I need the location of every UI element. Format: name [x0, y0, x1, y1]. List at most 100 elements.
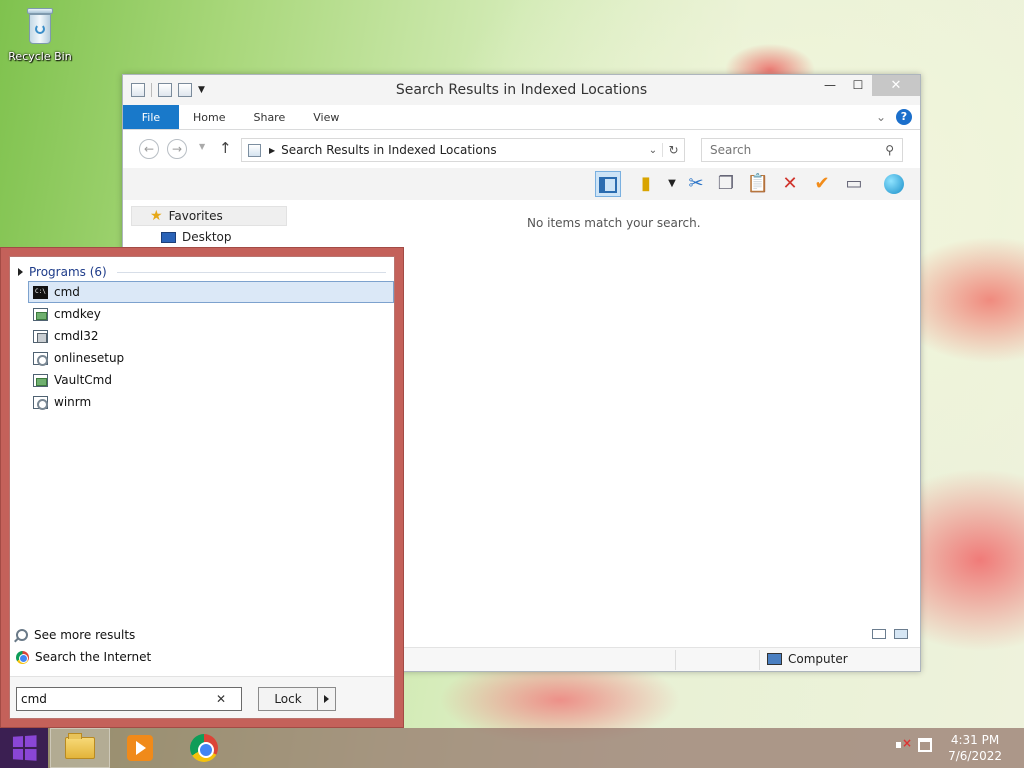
recycle-bin-label: Recycle Bin: [8, 50, 72, 63]
search-location-icon: [248, 143, 261, 157]
view-switcher: [872, 629, 908, 639]
clock-date: 7/6/2022: [948, 749, 1002, 763]
navigation-pane: ★ Favorites Desktop: [131, 206, 287, 248]
gear-app-icon: [33, 395, 48, 410]
clock-time: 4:31 PM: [950, 733, 1000, 747]
nav-favorites-label: Favorites: [168, 209, 223, 223]
program-result-onlinesetup[interactable]: onlinesetup: [28, 347, 394, 369]
ribbon-tabs: File Home Share View ⌄ ?: [123, 105, 920, 130]
media-player-icon: [127, 735, 153, 761]
programs-header-label: Programs (6): [29, 265, 107, 279]
clock[interactable]: 4:31 PM 7/6/2022: [948, 732, 1002, 764]
network-globe-icon[interactable]: [881, 171, 907, 197]
status-divider: [759, 650, 760, 670]
start-search-bar: ✕ Lock: [10, 676, 394, 718]
recycle-bin-icon: [25, 6, 55, 46]
program-results-list: cmd cmdkey cmdl32 onlinesetup VaultCmd w…: [28, 281, 394, 413]
nav-desktop[interactable]: Desktop: [131, 226, 287, 248]
delete-icon[interactable]: ✕: [777, 171, 803, 197]
view-options-chevron-icon[interactable]: ▼: [659, 171, 685, 197]
cut-icon[interactable]: ✂: [683, 171, 709, 197]
ribbon-right-controls: ⌄ ?: [876, 109, 912, 125]
clear-search-icon[interactable]: ✕: [211, 692, 231, 706]
search-internet-label: Search the Internet: [35, 650, 152, 664]
back-button[interactable]: ←: [139, 139, 159, 159]
app-icon: [33, 373, 48, 387]
program-label: cmdkey: [54, 307, 101, 321]
empty-results-message: No items match your search.: [527, 216, 701, 230]
system-tray: [896, 736, 932, 752]
program-label: onlinesetup: [54, 351, 125, 365]
recent-locations-chevron-icon[interactable]: ▼: [199, 142, 205, 151]
taskbar-media-player[interactable]: [110, 728, 170, 768]
tab-view[interactable]: View: [299, 105, 353, 129]
see-more-label: See more results: [34, 628, 136, 642]
tab-home[interactable]: Home: [179, 105, 239, 129]
star-icon: ★: [150, 208, 163, 224]
title-bar[interactable]: ▼ Search Results in Indexed Locations — …: [123, 75, 920, 105]
nav-favorites[interactable]: ★ Favorites: [131, 206, 287, 226]
address-dropdown-icon[interactable]: ⌄: [644, 145, 662, 156]
up-button[interactable]: ↑: [219, 139, 232, 157]
network-icon[interactable]: [918, 738, 932, 752]
breadcrumb-separator-icon[interactable]: ▶: [269, 146, 275, 155]
search-internet-link[interactable]: Search the Internet: [16, 646, 151, 668]
window-title: Search Results in Indexed Locations: [395, 82, 648, 98]
status-location-label: Computer: [788, 652, 848, 666]
program-result-cmdkey[interactable]: cmdkey: [28, 303, 394, 325]
expand-ribbon-chevron-icon[interactable]: ⌄: [876, 110, 886, 124]
tab-file[interactable]: File: [123, 105, 179, 129]
programs-group-header[interactable]: Programs (6): [18, 265, 386, 279]
start-search-input[interactable]: [21, 692, 211, 706]
shield-app-icon: [33, 329, 48, 343]
taskbar-chrome[interactable]: [174, 728, 234, 768]
tab-share[interactable]: Share: [239, 105, 299, 129]
search-icon[interactable]: ⚲: [885, 143, 894, 157]
checkmark-icon[interactable]: ✔: [809, 171, 835, 197]
desktop-icon: [161, 231, 176, 243]
copy-icon[interactable]: ❐: [713, 171, 739, 197]
forward-button[interactable]: →: [167, 139, 187, 159]
properties-icon[interactable]: ▮: [633, 171, 659, 197]
lock-button[interactable]: Lock: [258, 687, 336, 711]
details-view-icon[interactable]: [872, 629, 886, 639]
program-label: VaultCmd: [54, 373, 112, 387]
start-search-panel: Programs (6) cmd cmdkey cmdl32 onlineset…: [0, 247, 404, 728]
more-options: See more results Search the Internet: [16, 624, 151, 668]
taskbar-file-explorer[interactable]: [50, 728, 110, 768]
recycle-bin-shortcut[interactable]: Recycle Bin: [6, 6, 74, 63]
minimize-button[interactable]: —: [816, 75, 844, 96]
program-result-cmdl32[interactable]: cmdl32: [28, 325, 394, 347]
start-search-box[interactable]: ✕: [16, 687, 242, 711]
chrome-icon: [16, 650, 29, 664]
program-label: winrm: [54, 395, 92, 409]
see-more-results-link[interactable]: See more results: [16, 624, 151, 646]
refresh-icon[interactable]: ↻: [662, 143, 684, 157]
search-input[interactable]: [710, 143, 870, 157]
expand-triangle-icon: [18, 268, 23, 276]
preview-pane-icon[interactable]: [595, 171, 621, 197]
program-result-vaultcmd[interactable]: VaultCmd: [28, 369, 394, 391]
close-button[interactable]: ✕: [872, 75, 920, 96]
computer-icon: [767, 653, 782, 665]
large-icons-view-icon[interactable]: [894, 629, 908, 639]
help-icon[interactable]: ?: [896, 109, 912, 125]
maximize-button[interactable]: ☐: [844, 75, 872, 96]
search-box[interactable]: ⚲: [701, 138, 903, 162]
taskbar: 4:31 PM 7/6/2022: [0, 728, 1024, 768]
program-result-cmd[interactable]: cmd: [28, 281, 394, 303]
rename-icon[interactable]: ▭: [841, 171, 867, 197]
nav-desktop-label: Desktop: [182, 230, 232, 244]
program-label: cmdl32: [54, 329, 99, 343]
lock-label: Lock: [274, 692, 302, 706]
paste-icon[interactable]: 📋: [745, 171, 771, 197]
power-options-arrow-icon[interactable]: [317, 688, 335, 710]
start-button[interactable]: [0, 728, 48, 768]
magnifier-icon: [16, 629, 28, 641]
status-location: Computer: [767, 652, 848, 666]
program-result-winrm[interactable]: winrm: [28, 391, 394, 413]
speaker-muted-icon[interactable]: [896, 736, 912, 752]
address-bar[interactable]: ▶ Search Results in Indexed Locations ⌄ …: [241, 138, 685, 162]
window-controls: — ☐ ✕: [816, 75, 920, 96]
file-explorer-icon: [65, 733, 95, 759]
